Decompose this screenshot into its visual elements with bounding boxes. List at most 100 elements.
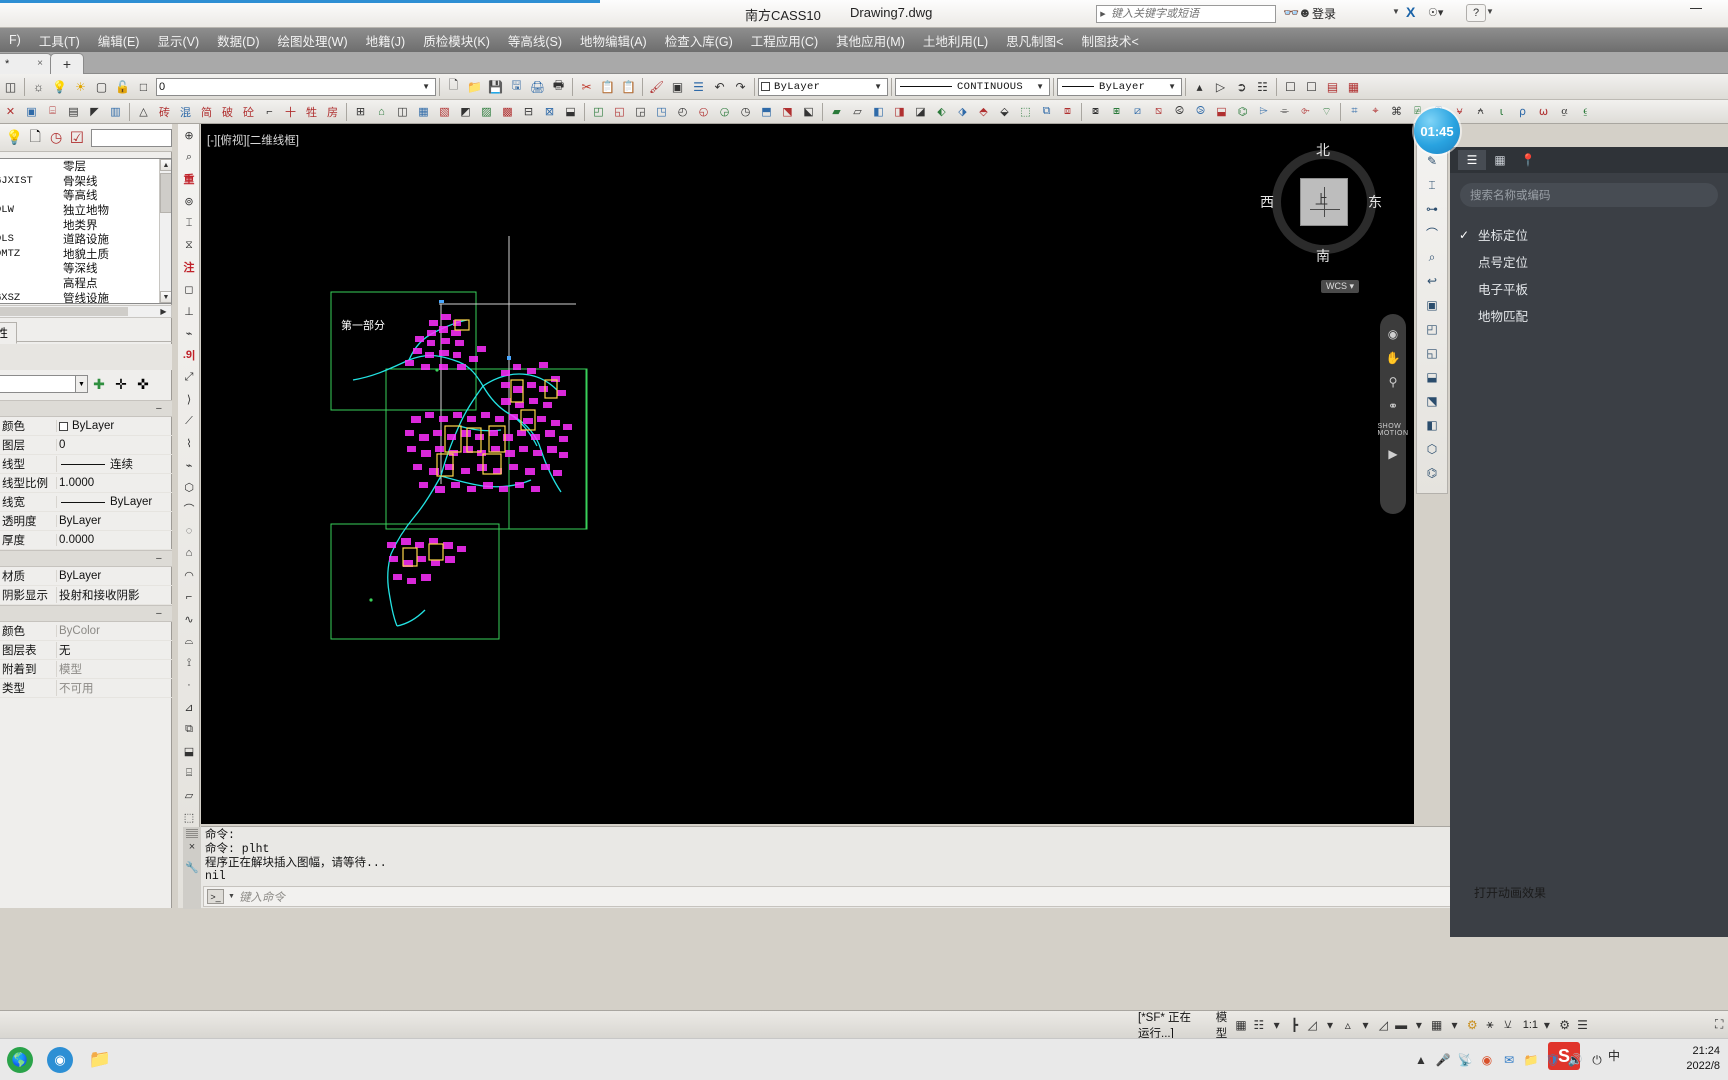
property-row[interactable]: 类型 不可用 (0, 679, 172, 698)
layer-freeze-sun-icon[interactable]: ☀ (71, 77, 90, 96)
cass-vtool-13[interactable]: ⟋ (178, 410, 200, 432)
cass-tool-40[interactable]: ◧ (869, 102, 888, 121)
collapse-icon[interactable]: − (156, 403, 162, 415)
layer-lock-icon[interactable]: 🔓 (113, 77, 132, 96)
zoom-extents-icon[interactable]: ⚲ (1382, 370, 1404, 394)
chevron-up-icon[interactable]: ▲ (1410, 1049, 1432, 1071)
cass-tool-26[interactable]: ⬓ (561, 102, 580, 121)
full-navigation-wheel-icon[interactable]: ◉ (1382, 322, 1404, 346)
cass-vtool-9[interactable]: ⌁ (178, 322, 200, 344)
cass-tool-34[interactable]: ◷ (736, 102, 755, 121)
cass-tool-0[interactable]: ✕ (1, 102, 20, 121)
plot-icon[interactable]: 🖨 (528, 77, 547, 96)
cass-tool-28[interactable]: ◱ (610, 102, 629, 121)
menu-item-10[interactable]: 检查入库(G) (656, 29, 742, 52)
property-value[interactable]: 0 (56, 439, 172, 451)
scroll-down-icon[interactable]: ▼ (160, 291, 171, 303)
cass-tool-12[interactable]: ⌐ (260, 102, 279, 121)
cass-vtool-6[interactable]: 注 (178, 256, 200, 278)
cass-right-tool-14[interactable]: ⌬ (1417, 461, 1447, 485)
menu-item-4[interactable]: 数据(D) (208, 29, 268, 52)
cass-tool-56[interactable]: ⬓ (1212, 102, 1231, 121)
cass-survey-panel[interactable]: ☰ ▦ 📍 搜索名称或编码 ✓ 坐标定位 点号定位 电子平板 地物匹配 (1450, 147, 1728, 937)
cass-tool-21[interactable]: ◩ (456, 102, 475, 121)
cass-tool-15[interactable]: 房 (323, 102, 342, 121)
shield-icon[interactable]: 🛡 (1542, 1049, 1564, 1071)
tab-grid-view[interactable]: ▦ (1486, 150, 1514, 170)
chrome-icon[interactable]: ◉ (1476, 1049, 1498, 1071)
property-group-header-0[interactable]: − (0, 400, 172, 417)
cass-tool-50[interactable]: ⧇ (1086, 102, 1105, 121)
cass-tool-64[interactable]: ⌘ (1387, 102, 1406, 121)
quick-select-add-icon[interactable]: ✚ (88, 373, 110, 395)
cass-tool-13[interactable]: 十 (281, 102, 300, 121)
panel-option-1[interactable]: 点号定位 (1450, 248, 1728, 275)
cass-tool-38[interactable]: ▰ (827, 102, 846, 121)
menu-item-1[interactable]: 工具(T) (30, 29, 89, 52)
compass-south-label[interactable]: 南 (1316, 246, 1330, 266)
property-value[interactable]: ByLayer (56, 496, 172, 508)
view-cube-face[interactable]: 上 (1300, 178, 1348, 226)
cass-tool-17[interactable]: ⌂ (372, 102, 391, 121)
cass-right-tool-5[interactable]: ⌕ (1417, 245, 1447, 269)
layer-color-swatch-icon[interactable]: □ (134, 77, 153, 96)
polar-tracking-icon[interactable]: ◿ (1304, 1014, 1320, 1036)
table-icon[interactable]: ▤ (1323, 77, 1342, 96)
color-combo[interactable]: ByLayer ▼ (758, 77, 888, 96)
select-similar-icon[interactable]: ▴ (1190, 77, 1209, 96)
scale-dropdown-icon[interactable]: ▾ (1539, 1014, 1555, 1036)
cass-vtool-30[interactable]: ▱ (178, 784, 200, 806)
menu-item-7[interactable]: 质检模块(K) (414, 29, 499, 52)
hscrollbar-thumb[interactable] (0, 307, 128, 316)
property-value[interactable]: ByLayer (56, 515, 172, 527)
property-row[interactable]: 图层 0 (0, 436, 172, 455)
property-value[interactable]: 投射和接收阴影 (56, 587, 172, 603)
help-chevron-icon[interactable]: ▼ (1486, 7, 1494, 16)
cass-vtool-31[interactable]: ⬚ (178, 806, 200, 828)
property-group-header-2[interactable]: − (0, 605, 172, 622)
mail-icon[interactable]: ✉ (1498, 1049, 1520, 1071)
cass-tool-24[interactable]: ⊟ (519, 102, 538, 121)
chevron-down-icon[interactable]: ▼ (419, 82, 433, 91)
bulb-icon[interactable]: 💡 (4, 127, 25, 149)
layer-properties-icon[interactable]: ◫ (1, 77, 20, 96)
scroll-up-icon[interactable]: ▲ (160, 159, 171, 171)
lineweight-combo[interactable]: ByLayer ▼ (1057, 77, 1182, 96)
cass-tool-44[interactable]: ⬗ (953, 102, 972, 121)
layer-list-item[interactable]: 零层 (0, 159, 171, 174)
cass-tool-49[interactable]: ⧈ (1058, 102, 1077, 121)
linetype-combo[interactable]: CONTINUOUS ▼ (895, 77, 1050, 96)
cass-tool-59[interactable]: ⌯ (1275, 102, 1294, 121)
edge-icon[interactable]: ◉ (47, 1046, 73, 1073)
menu-item-8[interactable]: 等高线(S) (499, 29, 571, 52)
navigation-bar[interactable]: ◉ ✋ ⚲ ⚭ SHOW MOTION ▶ (1378, 314, 1408, 514)
cass-tool-60[interactable]: ⌱ (1296, 102, 1315, 121)
cass-tool-43[interactable]: ⬖ (932, 102, 951, 121)
cass-vtool-3[interactable]: ⊚ (178, 190, 200, 212)
layer-list-item[interactable]: 等深线 (0, 261, 171, 276)
start-globe-icon[interactable]: 🌎 (7, 1046, 33, 1073)
workspace-gear-icon[interactable]: ⚙ (1557, 1014, 1573, 1036)
cass-vtool-18[interactable]: ◌ (178, 520, 200, 542)
property-value[interactable]: 不可用 (56, 680, 172, 696)
menu-item-13[interactable]: 土地利用(L) (914, 29, 997, 52)
binoculars-icon[interactable]: 👓 (1283, 5, 1299, 21)
cass-vtool-26[interactable]: ⊿ (178, 696, 200, 718)
chevron-down-icon[interactable]: ▼ (871, 82, 885, 91)
menu-item-5[interactable]: 绘图处理(W) (268, 29, 356, 52)
cass-tool-63[interactable]: ⌖ (1366, 102, 1385, 121)
cass-tool-71[interactable]: ⍵ (1534, 102, 1553, 121)
panel-search-box[interactable]: 搜索名称或编码 (1460, 183, 1718, 207)
annotation-autoscale-icon[interactable]: ⚺ (1500, 1014, 1516, 1036)
mic-icon[interactable]: 🎤 (1432, 1049, 1454, 1071)
cass-tool-62[interactable]: ⌗ (1345, 102, 1364, 121)
wrench-icon[interactable]: 🔧 (185, 861, 199, 874)
layer-list-item[interactable]: DLW 独立地物 (0, 203, 171, 218)
close-icon[interactable]: × (37, 58, 43, 69)
property-row[interactable]: 附着到 模型 (0, 660, 172, 679)
file-tab-drawing7[interactable]: * × (0, 53, 52, 74)
property-value[interactable]: ByLayer (56, 570, 172, 582)
undo-icon[interactable]: ↶ (710, 77, 729, 96)
cass-right-tool-11[interactable]: ⬔ (1417, 389, 1447, 413)
compass-east-label[interactable]: 东 (1368, 192, 1382, 212)
